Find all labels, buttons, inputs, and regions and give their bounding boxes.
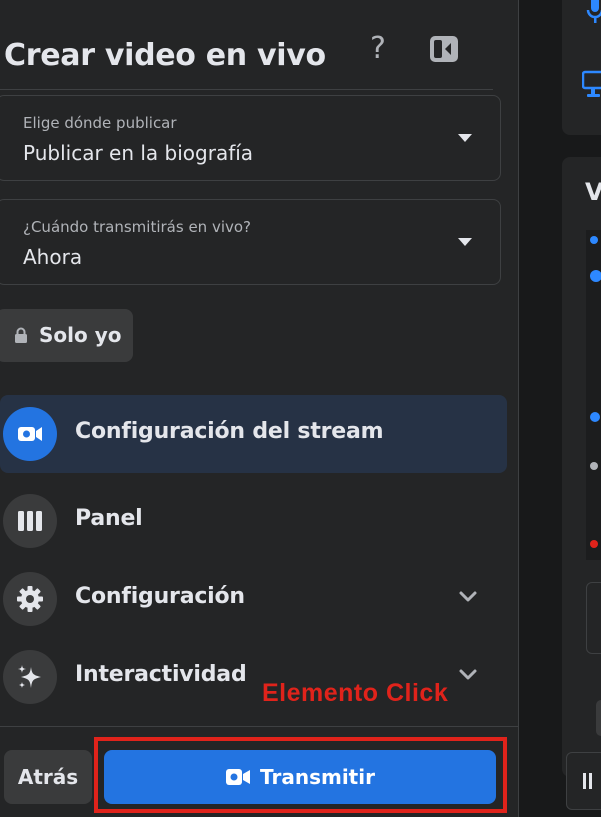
nav-icon-circle: [3, 407, 57, 461]
annotation-label: Elemento Click: [262, 679, 449, 707]
broadcast-time-value: Ahora: [23, 245, 83, 269]
thumbnail-dot: [590, 540, 598, 548]
back-button[interactable]: Atrás: [4, 750, 92, 804]
broadcast-button-content: Transmitir: [104, 750, 496, 804]
question-mark-icon[interactable]: ?: [364, 30, 392, 68]
lock-icon: [15, 327, 27, 343]
thumbnail-dot: [590, 236, 598, 244]
panel-columns-icon: [18, 511, 42, 531]
publish-destination-value: Publicar en la biografía: [23, 141, 254, 165]
nav-item-panel[interactable]: Panel: [0, 482, 507, 560]
microphone-icon[interactable]: [586, 0, 601, 26]
app-window: Crear video en vivo ? Elige dónde public…: [0, 0, 601, 817]
chevron-down-icon[interactable]: [458, 590, 478, 604]
preview-box: [586, 582, 601, 654]
nav-icon-circle: [3, 572, 57, 626]
pause-icon: [583, 773, 592, 789]
video-camera-icon: [18, 427, 42, 441]
sidebar-collapse-icon[interactable]: [428, 34, 460, 64]
sidebar-header: Crear video en vivo ?: [0, 0, 519, 90]
privacy-button[interactable]: Solo yo: [0, 309, 133, 362]
footer-divider: [0, 726, 519, 727]
nav-icon-circle: [3, 494, 57, 548]
gear-icon: [17, 586, 43, 612]
video-camera-icon: [226, 769, 251, 785]
thumbnail-dot: [590, 462, 598, 470]
broadcast-time-label: ¿Cuándo transmitirás en vivo?: [23, 218, 252, 236]
scrollbar-thumb[interactable]: [596, 700, 601, 736]
nav-label: Interactividad: [75, 662, 247, 687]
privacy-label: Solo yo: [39, 323, 122, 347]
nav-label: Panel: [75, 506, 143, 531]
nav-label: Configuración: [75, 584, 245, 609]
publish-destination-label: Elige dónde publicar: [23, 114, 177, 132]
live-video-sidebar: Crear video en vivo ? Elige dónde public…: [0, 0, 519, 817]
nav-item-stream-settings[interactable]: Configuración del stream: [0, 395, 507, 473]
broadcast-button[interactable]: Transmitir: [104, 750, 496, 804]
nav-label: Configuración del stream: [75, 419, 384, 444]
nav-icon-circle: [3, 650, 57, 704]
publish-destination-select[interactable]: Elige dónde publicar Publicar en la biog…: [0, 95, 501, 181]
caret-down-icon: [458, 134, 472, 142]
broadcast-time-select[interactable]: ¿Cuándo transmitirás en vivo? Ahora: [0, 199, 501, 285]
thumbnail-dot: [590, 412, 600, 422]
header-divider: [0, 89, 493, 90]
screen-share-icon[interactable]: [582, 68, 601, 98]
chevron-down-icon[interactable]: [458, 668, 478, 682]
sparkles-icon: [18, 665, 41, 688]
thumbnail-dot: [590, 270, 601, 282]
playback-control[interactable]: [566, 752, 601, 810]
caret-down-icon: [458, 238, 472, 246]
page-title: Crear video en vivo: [4, 38, 326, 73]
nav-item-configuration[interactable]: Configuración: [0, 560, 507, 638]
broadcast-label: Transmitir: [260, 765, 375, 789]
preview-heading: V: [585, 178, 601, 206]
